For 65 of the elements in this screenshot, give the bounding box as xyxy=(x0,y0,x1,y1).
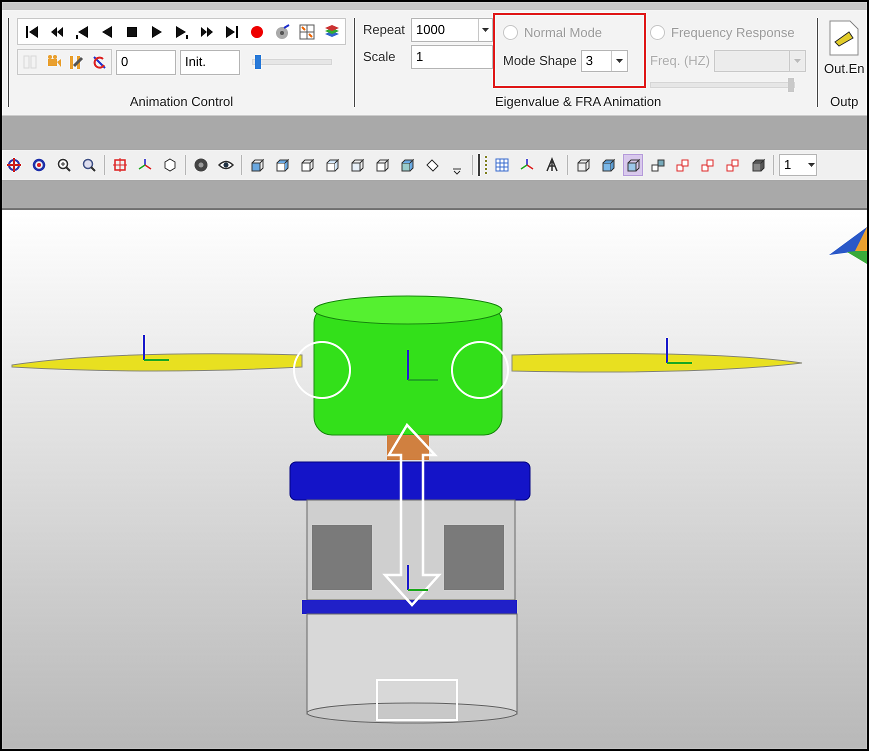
slider-thumb[interactable] xyxy=(255,55,262,69)
document-icon xyxy=(829,20,860,56)
toolbar-dropdown[interactable]: 1 xyxy=(779,154,817,176)
step-back-icon xyxy=(74,24,90,40)
mesh-icon xyxy=(494,157,510,173)
radio-label: Normal Mode xyxy=(524,24,602,42)
outline-cubes-icon xyxy=(675,157,691,173)
repeat-dropdown[interactable]: 1000 xyxy=(411,18,493,42)
mode-shape-label: Mode Shape xyxy=(503,52,577,70)
output-button[interactable]: Out.En xyxy=(824,20,864,78)
box-icon xyxy=(162,157,178,173)
zoom-in-icon xyxy=(56,157,72,173)
aperture-icon xyxy=(193,157,209,173)
cube-top-icon xyxy=(324,157,340,173)
group-title: Outp xyxy=(830,92,858,111)
grid-icon xyxy=(298,24,314,40)
cube-back-icon xyxy=(374,157,390,173)
grip-handle[interactable] xyxy=(485,156,487,174)
cube-bottom-icon xyxy=(349,157,365,173)
last-icon xyxy=(224,24,240,40)
radio-label: Frequency Response xyxy=(671,24,795,42)
repeat-value: 1000 xyxy=(415,21,446,40)
overflow-icon xyxy=(453,168,461,174)
caret-icon xyxy=(482,28,489,32)
outline-cubes-icon xyxy=(700,157,716,173)
mode-shape-value: 3 xyxy=(584,52,594,70)
film-icon xyxy=(274,24,290,40)
group-title: Eigenvalue & FRA Animation xyxy=(495,92,662,111)
cube-iso-icon xyxy=(399,157,415,173)
layers-icon xyxy=(324,24,340,40)
zoom-icon xyxy=(81,157,97,173)
scale-label: Scale xyxy=(363,48,397,66)
wire-icon xyxy=(575,157,591,173)
shaded-cube-icon xyxy=(750,157,766,173)
init-button[interactable]: Init. xyxy=(180,50,240,74)
fit-icon xyxy=(112,157,128,173)
cube-front-icon xyxy=(249,157,265,173)
caret-icon xyxy=(616,58,623,62)
toolbar-dropdown-value: 1 xyxy=(783,156,792,174)
view-tool-button[interactable] xyxy=(623,154,643,176)
slider-thumb[interactable] xyxy=(788,78,794,92)
cube-right-icon xyxy=(274,157,290,173)
record-icon xyxy=(248,24,264,40)
playback-button[interactable] xyxy=(297,22,316,41)
group-title: Animation Control xyxy=(130,92,234,110)
caret-icon xyxy=(808,163,814,167)
repeat-label: Repeat xyxy=(363,21,406,40)
logo-icon xyxy=(827,225,867,265)
reset-icon xyxy=(91,54,107,70)
freq-label: Freq. (HZ) xyxy=(650,52,710,70)
caret-icon xyxy=(794,58,801,62)
target-icon xyxy=(6,157,22,173)
frames-icon xyxy=(22,54,38,70)
small-cubes-icon xyxy=(650,157,666,173)
outline-cubes-icon xyxy=(725,157,741,173)
cube-left-icon xyxy=(299,157,315,173)
text-icon xyxy=(544,157,560,173)
first-icon xyxy=(24,24,40,40)
scale-field[interactable]: 1 xyxy=(411,45,493,69)
step-forward-icon xyxy=(174,24,190,40)
mode-shape-dropdown[interactable]: 3 xyxy=(580,50,628,72)
frame-field[interactable]: 0 xyxy=(116,50,176,74)
solid-icon xyxy=(600,157,616,173)
hidden-icon xyxy=(625,157,641,173)
wrench-icon xyxy=(68,54,84,70)
